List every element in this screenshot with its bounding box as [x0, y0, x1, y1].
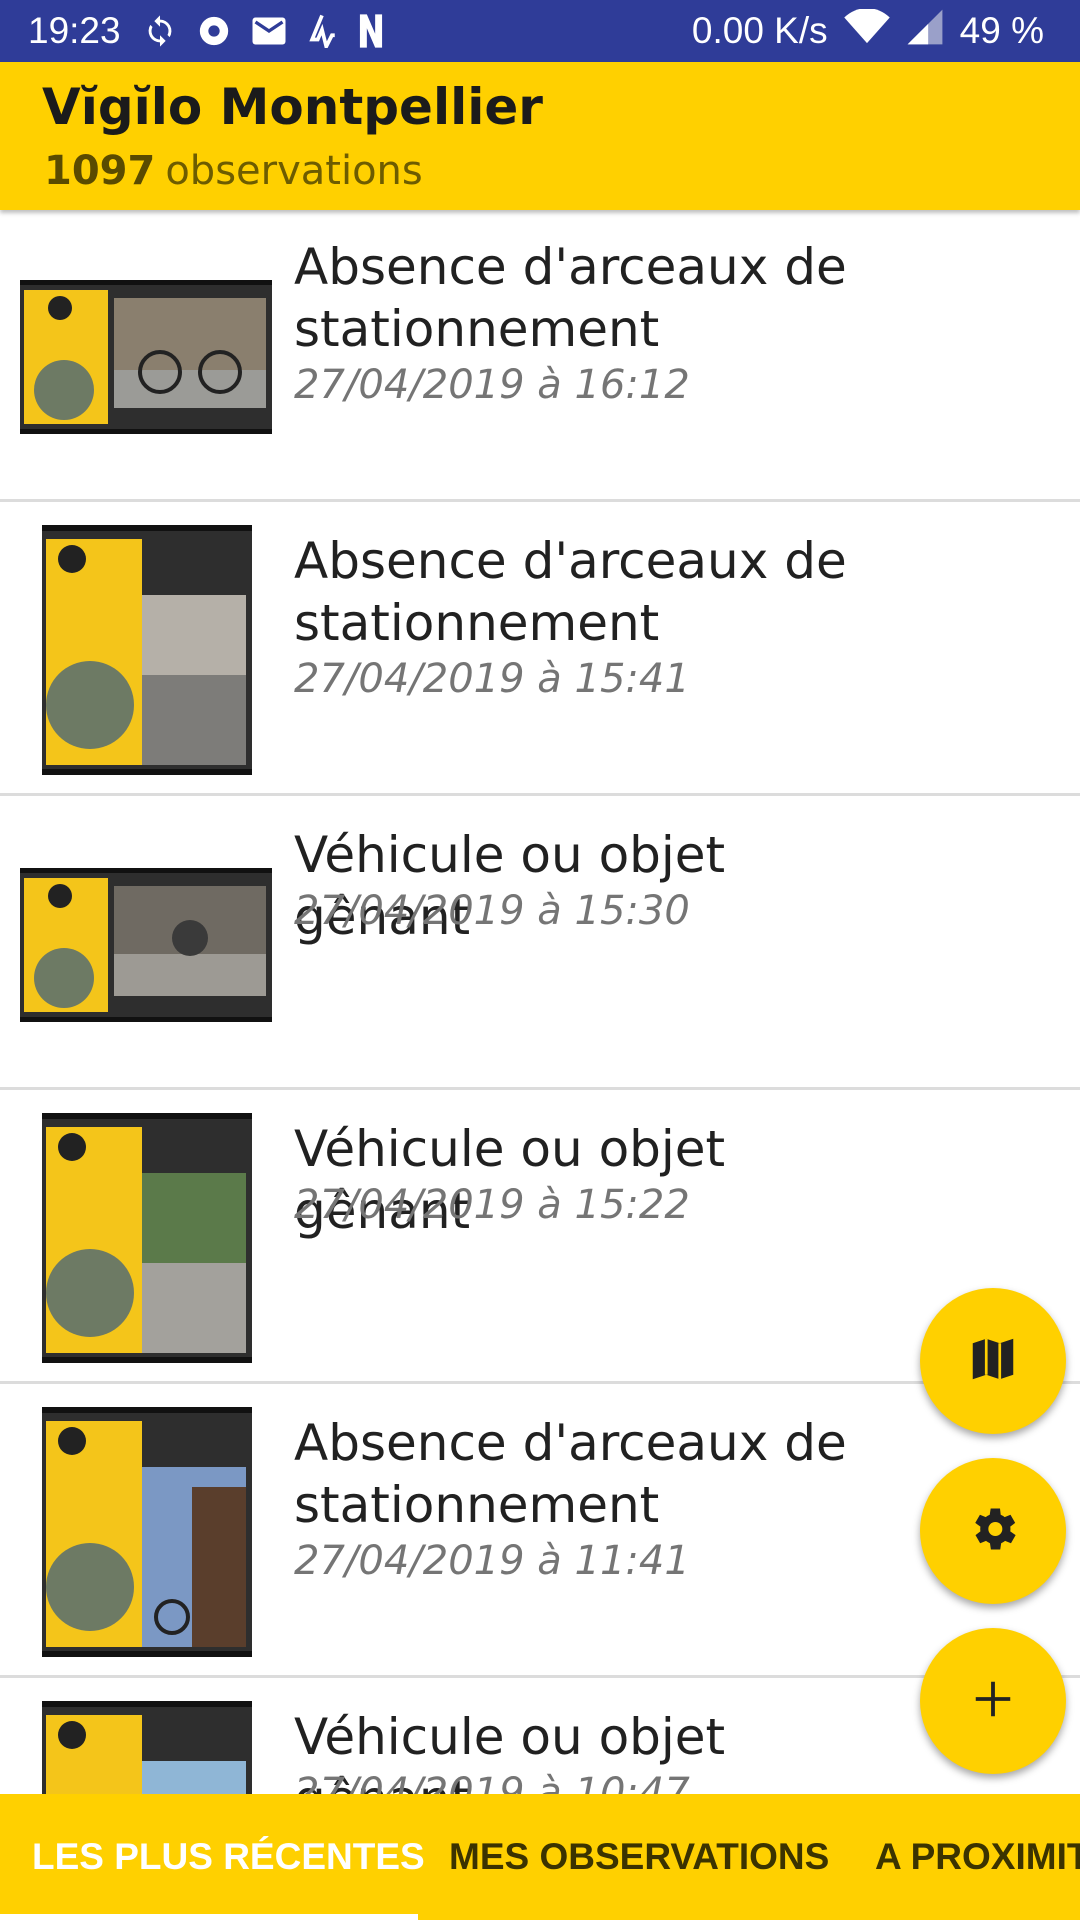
count-value: 1097 — [44, 148, 156, 194]
tab-my-observations[interactable]: MES OBSERVATIONS — [449, 1794, 829, 1920]
battery-level: 49 % — [959, 10, 1044, 51]
active-tab-indicator — [0, 1914, 418, 1920]
app-bar: Vĭgĭlo Montpellier 1097 observations — [0, 62, 1080, 210]
list-item[interactable]: Véhicule ou objet gênant 27/04/2019 à 15… — [0, 1092, 1080, 1384]
status-time: 19:23 — [28, 10, 121, 51]
tab-nearby[interactable]: A PROXIMITÉ — [875, 1794, 1080, 1920]
sync-icon — [143, 14, 177, 48]
list-item[interactable]: Absence d'arceaux de stationnement 27/04… — [0, 1386, 1080, 1678]
observation-date: 27/04/2019 à 11:41 — [294, 1538, 690, 1584]
observation-date: 27/04/2019 à 16:12 — [294, 362, 690, 408]
observation-thumbnail — [20, 280, 272, 434]
mail-icon — [251, 16, 287, 46]
plus-icon — [970, 1676, 1016, 1726]
n-icon — [357, 13, 385, 49]
count-label: observations — [165, 148, 423, 194]
observation-count: 1097 observations — [44, 148, 423, 194]
list-item[interactable]: Véhicule ou objet gênant 27/04/2019 à 10… — [0, 1680, 1080, 1794]
observation-title: Absence d'arceaux de stationnement — [294, 1414, 847, 1534]
observation-thumbnail — [42, 525, 252, 775]
observation-date: 27/04/2019 à 15:41 — [294, 656, 690, 702]
list-item[interactable]: Véhicule ou objet gênant 27/04/2019 à 15… — [0, 798, 1080, 1090]
add-observation-button[interactable] — [920, 1628, 1066, 1774]
list-item[interactable]: Absence d'arceaux de stationnement 27/04… — [0, 210, 1080, 502]
list-item[interactable]: Absence d'arceaux de stationnement 27/04… — [0, 504, 1080, 796]
gear-icon — [965, 1501, 1021, 1561]
status-bar: 19:23 0.00 K/s 49 % — [0, 0, 1080, 62]
observation-thumbnail — [20, 868, 272, 1022]
observation-date: 27/04/2019 à 15:22 — [294, 1182, 690, 1228]
network-speed: 0.00 K/s — [691, 10, 828, 51]
tab-recent[interactable]: LES PLUS RÉCENTES — [32, 1794, 425, 1920]
observation-title: Absence d'arceaux de stationnement — [294, 238, 847, 358]
map-button[interactable] — [920, 1288, 1066, 1434]
settings-button[interactable] — [920, 1458, 1066, 1604]
observation-thumbnail — [42, 1113, 252, 1363]
app-title: Vĭgĭlo Montpellier — [42, 78, 543, 136]
activity-icon — [307, 14, 337, 48]
observation-thumbnail — [42, 1701, 252, 1794]
signal-icon — [906, 8, 944, 55]
map-icon — [966, 1332, 1020, 1390]
wifi-icon — [843, 7, 890, 54]
observation-date: 27/04/2019 à 15:30 — [294, 888, 690, 934]
observation-thumbnail — [42, 1407, 252, 1657]
bottom-tabs: LES PLUS RÉCENTES MES OBSERVATIONS A PRO… — [0, 1794, 1080, 1920]
observation-list[interactable]: Absence d'arceaux de stationnement 27/04… — [0, 210, 1080, 1794]
observation-date: 27/04/2019 à 10:47 — [294, 1770, 690, 1794]
record-icon — [197, 14, 231, 48]
observation-title: Absence d'arceaux de stationnement — [294, 532, 847, 652]
